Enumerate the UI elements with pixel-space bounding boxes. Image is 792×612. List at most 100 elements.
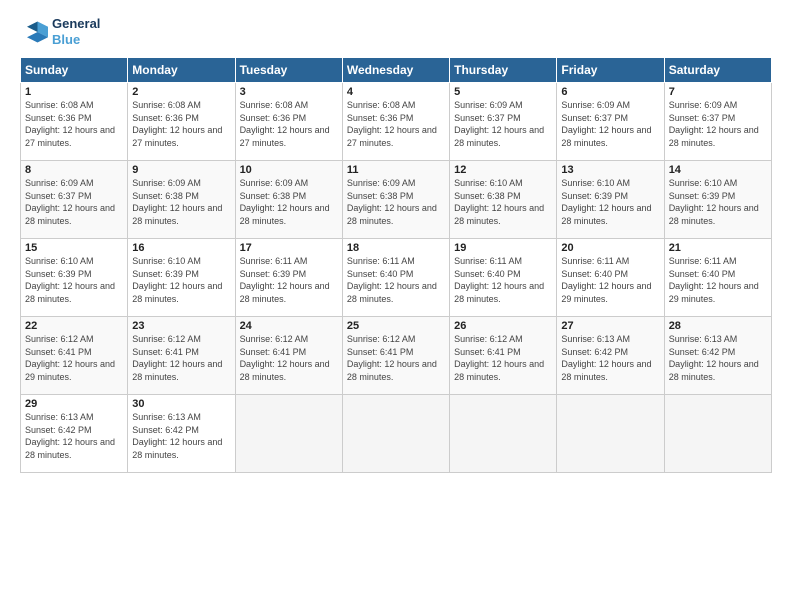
calendar-cell: 18 Sunrise: 6:11 AMSunset: 6:40 PMDaylig… xyxy=(342,239,449,317)
day-number: 10 xyxy=(240,164,338,176)
day-number: 19 xyxy=(454,242,552,254)
day-number: 16 xyxy=(132,242,230,254)
day-number: 2 xyxy=(132,86,230,98)
page: General Blue SundayMondayTuesdayWednesda… xyxy=(0,0,792,612)
calendar-cell: 19 Sunrise: 6:11 AMSunset: 6:40 PMDaylig… xyxy=(450,239,557,317)
calendar-cell xyxy=(664,395,771,473)
calendar-cell: 10 Sunrise: 6:09 AMSunset: 6:38 PMDaylig… xyxy=(235,161,342,239)
day-number: 30 xyxy=(132,398,230,410)
day-number: 15 xyxy=(25,242,123,254)
day-info: Sunrise: 6:13 AMSunset: 6:42 PMDaylight:… xyxy=(561,334,651,382)
day-info: Sunrise: 6:09 AMSunset: 6:37 PMDaylight:… xyxy=(25,178,115,226)
calendar: SundayMondayTuesdayWednesdayThursdayFrid… xyxy=(20,57,772,473)
calendar-cell: 27 Sunrise: 6:13 AMSunset: 6:42 PMDaylig… xyxy=(557,317,664,395)
calendar-cell xyxy=(235,395,342,473)
day-info: Sunrise: 6:11 AMSunset: 6:40 PMDaylight:… xyxy=(669,256,759,304)
calendar-cell: 9 Sunrise: 6:09 AMSunset: 6:38 PMDayligh… xyxy=(128,161,235,239)
day-number: 22 xyxy=(25,320,123,332)
calendar-cell: 25 Sunrise: 6:12 AMSunset: 6:41 PMDaylig… xyxy=(342,317,449,395)
day-info: Sunrise: 6:11 AMSunset: 6:39 PMDaylight:… xyxy=(240,256,330,304)
day-number: 17 xyxy=(240,242,338,254)
logo-text: General Blue xyxy=(52,16,100,47)
day-number: 7 xyxy=(669,86,767,98)
day-number: 24 xyxy=(240,320,338,332)
day-info: Sunrise: 6:11 AMSunset: 6:40 PMDaylight:… xyxy=(347,256,437,304)
day-info: Sunrise: 6:13 AMSunset: 6:42 PMDaylight:… xyxy=(25,412,115,460)
calendar-cell: 29 Sunrise: 6:13 AMSunset: 6:42 PMDaylig… xyxy=(21,395,128,473)
calendar-week-row: 22 Sunrise: 6:12 AMSunset: 6:41 PMDaylig… xyxy=(21,317,772,395)
calendar-cell: 28 Sunrise: 6:13 AMSunset: 6:42 PMDaylig… xyxy=(664,317,771,395)
day-number: 4 xyxy=(347,86,445,98)
calendar-cell: 16 Sunrise: 6:10 AMSunset: 6:39 PMDaylig… xyxy=(128,239,235,317)
calendar-cell xyxy=(557,395,664,473)
calendar-week-row: 29 Sunrise: 6:13 AMSunset: 6:42 PMDaylig… xyxy=(21,395,772,473)
day-info: Sunrise: 6:13 AMSunset: 6:42 PMDaylight:… xyxy=(132,412,222,460)
day-number: 13 xyxy=(561,164,659,176)
day-info: Sunrise: 6:09 AMSunset: 6:37 PMDaylight:… xyxy=(669,100,759,148)
day-number: 8 xyxy=(25,164,123,176)
day-number: 5 xyxy=(454,86,552,98)
day-number: 1 xyxy=(25,86,123,98)
calendar-cell: 20 Sunrise: 6:11 AMSunset: 6:40 PMDaylig… xyxy=(557,239,664,317)
day-number: 18 xyxy=(347,242,445,254)
day-number: 20 xyxy=(561,242,659,254)
day-info: Sunrise: 6:10 AMSunset: 6:39 PMDaylight:… xyxy=(132,256,222,304)
calendar-cell: 22 Sunrise: 6:12 AMSunset: 6:41 PMDaylig… xyxy=(21,317,128,395)
day-info: Sunrise: 6:09 AMSunset: 6:37 PMDaylight:… xyxy=(454,100,544,148)
day-number: 27 xyxy=(561,320,659,332)
day-number: 28 xyxy=(669,320,767,332)
calendar-day-header: Sunday xyxy=(21,58,128,83)
calendar-header-row: SundayMondayTuesdayWednesdayThursdayFrid… xyxy=(21,58,772,83)
calendar-day-header: Thursday xyxy=(450,58,557,83)
calendar-cell: 6 Sunrise: 6:09 AMSunset: 6:37 PMDayligh… xyxy=(557,83,664,161)
day-info: Sunrise: 6:08 AMSunset: 6:36 PMDaylight:… xyxy=(25,100,115,148)
calendar-cell xyxy=(450,395,557,473)
calendar-cell: 2 Sunrise: 6:08 AMSunset: 6:36 PMDayligh… xyxy=(128,83,235,161)
calendar-cell: 15 Sunrise: 6:10 AMSunset: 6:39 PMDaylig… xyxy=(21,239,128,317)
calendar-day-header: Monday xyxy=(128,58,235,83)
calendar-day-header: Wednesday xyxy=(342,58,449,83)
logo: General Blue xyxy=(20,16,100,47)
calendar-cell: 8 Sunrise: 6:09 AMSunset: 6:37 PMDayligh… xyxy=(21,161,128,239)
calendar-cell: 17 Sunrise: 6:11 AMSunset: 6:39 PMDaylig… xyxy=(235,239,342,317)
day-info: Sunrise: 6:10 AMSunset: 6:39 PMDaylight:… xyxy=(25,256,115,304)
logo-icon xyxy=(20,18,48,46)
day-info: Sunrise: 6:10 AMSunset: 6:39 PMDaylight:… xyxy=(669,178,759,226)
day-info: Sunrise: 6:08 AMSunset: 6:36 PMDaylight:… xyxy=(132,100,222,148)
day-info: Sunrise: 6:11 AMSunset: 6:40 PMDaylight:… xyxy=(561,256,651,304)
calendar-week-row: 15 Sunrise: 6:10 AMSunset: 6:39 PMDaylig… xyxy=(21,239,772,317)
day-info: Sunrise: 6:08 AMSunset: 6:36 PMDaylight:… xyxy=(347,100,437,148)
calendar-cell: 21 Sunrise: 6:11 AMSunset: 6:40 PMDaylig… xyxy=(664,239,771,317)
calendar-week-row: 1 Sunrise: 6:08 AMSunset: 6:36 PMDayligh… xyxy=(21,83,772,161)
day-info: Sunrise: 6:08 AMSunset: 6:36 PMDaylight:… xyxy=(240,100,330,148)
calendar-cell: 5 Sunrise: 6:09 AMSunset: 6:37 PMDayligh… xyxy=(450,83,557,161)
header: General Blue xyxy=(20,16,772,47)
calendar-day-header: Tuesday xyxy=(235,58,342,83)
calendar-cell: 3 Sunrise: 6:08 AMSunset: 6:36 PMDayligh… xyxy=(235,83,342,161)
day-number: 21 xyxy=(669,242,767,254)
calendar-cell: 14 Sunrise: 6:10 AMSunset: 6:39 PMDaylig… xyxy=(664,161,771,239)
day-number: 29 xyxy=(25,398,123,410)
day-info: Sunrise: 6:11 AMSunset: 6:40 PMDaylight:… xyxy=(454,256,544,304)
day-info: Sunrise: 6:12 AMSunset: 6:41 PMDaylight:… xyxy=(454,334,544,382)
calendar-cell: 1 Sunrise: 6:08 AMSunset: 6:36 PMDayligh… xyxy=(21,83,128,161)
calendar-cell: 7 Sunrise: 6:09 AMSunset: 6:37 PMDayligh… xyxy=(664,83,771,161)
day-number: 11 xyxy=(347,164,445,176)
day-info: Sunrise: 6:13 AMSunset: 6:42 PMDaylight:… xyxy=(669,334,759,382)
day-number: 23 xyxy=(132,320,230,332)
day-number: 9 xyxy=(132,164,230,176)
day-number: 25 xyxy=(347,320,445,332)
calendar-cell: 4 Sunrise: 6:08 AMSunset: 6:36 PMDayligh… xyxy=(342,83,449,161)
calendar-cell: 12 Sunrise: 6:10 AMSunset: 6:38 PMDaylig… xyxy=(450,161,557,239)
day-info: Sunrise: 6:09 AMSunset: 6:38 PMDaylight:… xyxy=(132,178,222,226)
day-info: Sunrise: 6:12 AMSunset: 6:41 PMDaylight:… xyxy=(132,334,222,382)
day-info: Sunrise: 6:10 AMSunset: 6:38 PMDaylight:… xyxy=(454,178,544,226)
day-info: Sunrise: 6:10 AMSunset: 6:39 PMDaylight:… xyxy=(561,178,651,226)
calendar-cell: 13 Sunrise: 6:10 AMSunset: 6:39 PMDaylig… xyxy=(557,161,664,239)
day-number: 12 xyxy=(454,164,552,176)
day-number: 26 xyxy=(454,320,552,332)
day-info: Sunrise: 6:09 AMSunset: 6:38 PMDaylight:… xyxy=(347,178,437,226)
calendar-cell: 30 Sunrise: 6:13 AMSunset: 6:42 PMDaylig… xyxy=(128,395,235,473)
calendar-cell: 24 Sunrise: 6:12 AMSunset: 6:41 PMDaylig… xyxy=(235,317,342,395)
day-info: Sunrise: 6:09 AMSunset: 6:38 PMDaylight:… xyxy=(240,178,330,226)
